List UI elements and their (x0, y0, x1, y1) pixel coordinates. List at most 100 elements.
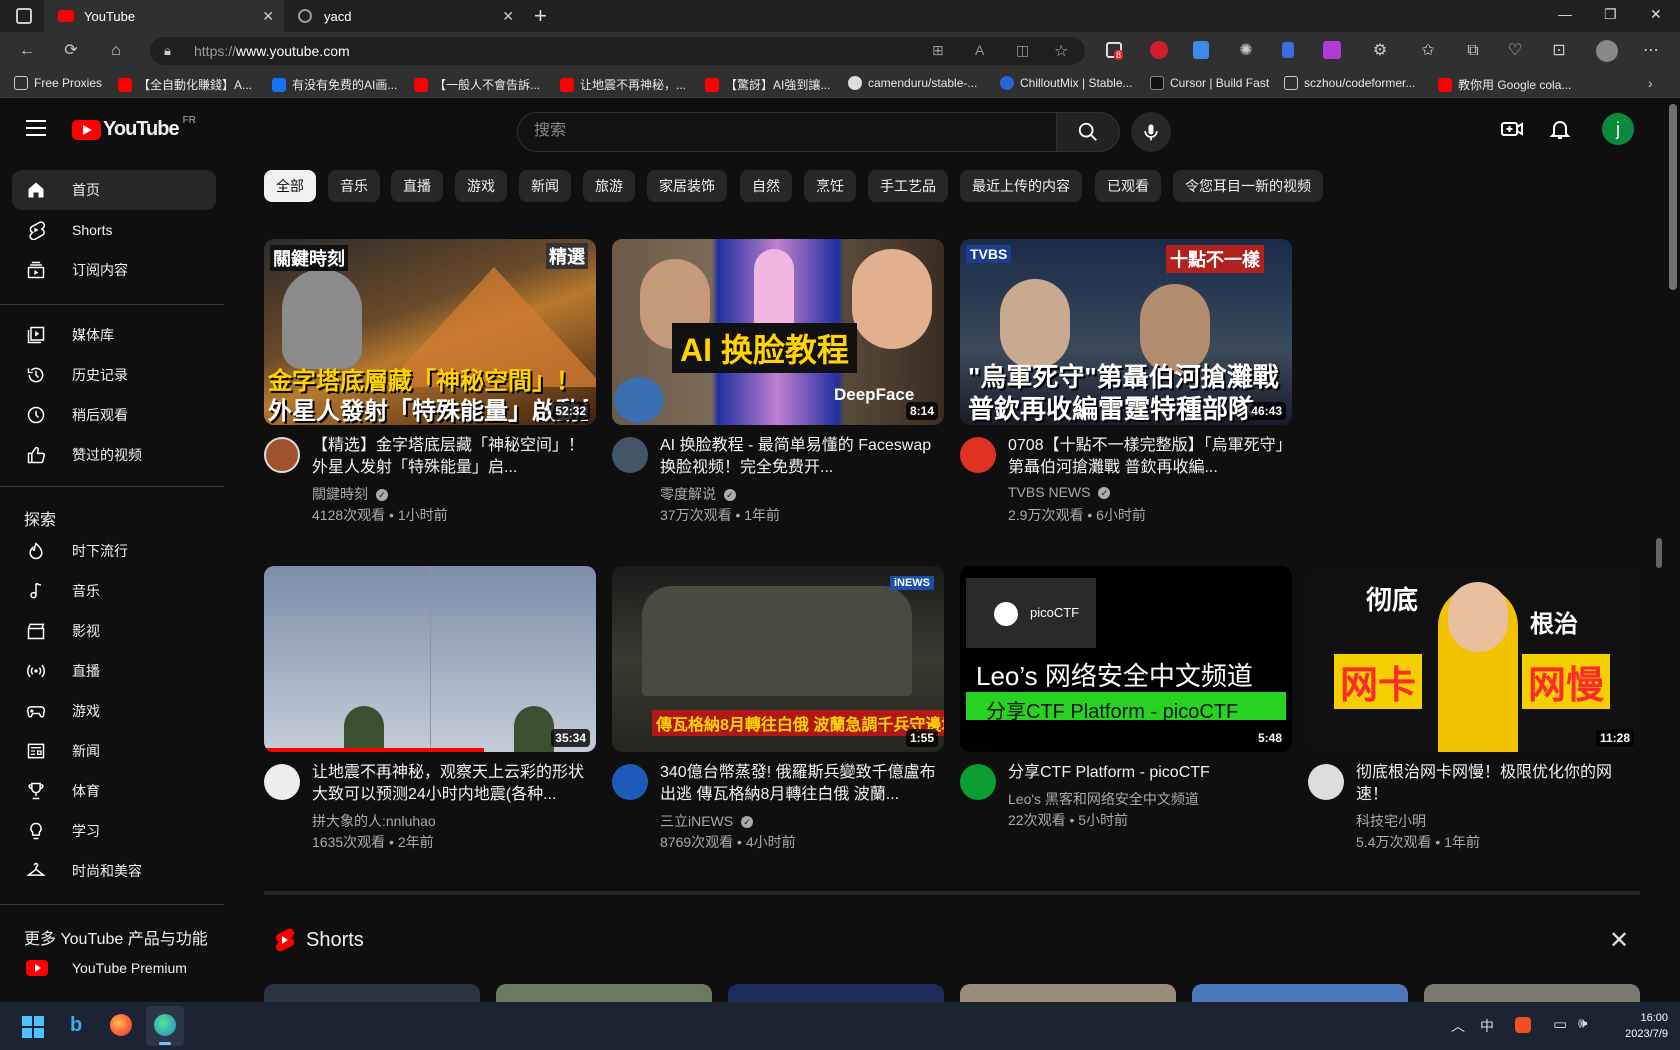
channel-name[interactable]: TVBS NEWS ✓ (1008, 484, 1111, 500)
tray-overflow-icon[interactable]: ︿ (1451, 1016, 1465, 1036)
favorite-item[interactable]: 【驚訝】AI強到讓... (705, 76, 830, 93)
short-thumbnail[interactable] (960, 984, 1176, 1002)
channel-name[interactable]: 三立iNEWS ✓ (660, 811, 754, 831)
channel-name[interactable]: 拼大象的人:nnluhao (312, 811, 436, 831)
close-tab-icon[interactable]: ✕ (502, 8, 514, 25)
channel-name[interactable]: 關鍵時刻 ✓ (312, 484, 388, 504)
firefox-icon[interactable] (110, 1014, 132, 1036)
openai-icon[interactable]: ✺ (1236, 41, 1256, 61)
chip-crafts[interactable]: 手工艺品 (868, 170, 948, 202)
close-tab-icon[interactable]: ✕ (262, 8, 274, 25)
tab-actions-icon[interactable] (16, 8, 32, 24)
new-tab-icon[interactable]: + (534, 3, 547, 29)
favorite-item[interactable]: 有没有免费的AI画... (272, 76, 397, 93)
video-title[interactable]: 彻底根治网卡网慢！极限优化你的网速！ (1356, 762, 1636, 806)
clock[interactable]: 16:00 2023/7/9 (1606, 1010, 1668, 1042)
collections-icon[interactable]: ⧉ (1463, 41, 1483, 61)
dismiss-shorts-icon[interactable]: ✕ (1609, 926, 1629, 955)
favorite-item[interactable]: 【全自動化賺錢】A... (118, 76, 252, 93)
maximize-icon[interactable]: ❐ (1604, 6, 1617, 23)
chip-music[interactable]: 音乐 (328, 170, 380, 202)
channel-avatar[interactable] (612, 437, 648, 473)
sidebar-item-fashion[interactable]: 时尚和美容 (12, 851, 216, 891)
video-thumbnail[interactable]: iNEWS 傳瓦格納8月轉往白俄 波蘭急調千兵守邊境 1:55 (612, 566, 944, 752)
screenshot-icon[interactable]: ⊡ (1549, 41, 1569, 61)
youtube-logo[interactable]: YouTube FR (72, 115, 196, 141)
sidebar-item-watch-later[interactable]: 稍后观看 (12, 395, 216, 435)
sidebar-item-liked[interactable]: 赞过的视频 (12, 435, 216, 475)
video-thumbnail[interactable]: picoCTF Leo’s 网络安全中文频道 分享CTF Platform - … (960, 566, 1292, 752)
purple-heart-icon[interactable] (1323, 41, 1341, 59)
favorite-star-icon[interactable]: ☆ (1054, 41, 1068, 61)
hamburger-menu-icon[interactable] (26, 120, 46, 136)
channel-name[interactable]: 零度解说 ✓ (660, 484, 736, 504)
chip-gaming[interactable]: 游戏 (455, 170, 507, 202)
chip-new-to-you[interactable]: 令您耳目一新的视频 (1173, 170, 1323, 202)
lock-icon[interactable]: 🔒︎ (164, 43, 171, 59)
short-thumbnail[interactable] (1192, 984, 1408, 1002)
video-title[interactable]: AI 换脸教程 - 最简单易懂的 Faceswap 换脸视频！完全免费开... (660, 435, 940, 479)
edge-taskbar-button[interactable] (146, 1006, 184, 1046)
search-box[interactable] (517, 112, 1057, 152)
sidebar-item-shorts[interactable]: Shorts (12, 210, 216, 250)
sidebar-item-learning[interactable]: 学习 (12, 811, 216, 851)
channel-name[interactable]: Leo's 黑客和网络安全中文频道 (1008, 789, 1199, 809)
blue-pin-icon[interactable] (1282, 42, 1294, 58)
ime-indicator[interactable]: 中 (1480, 1016, 1494, 1036)
url-text[interactable]: https://www.youtube.com (194, 43, 350, 59)
create-video-icon[interactable] (1500, 117, 1524, 141)
chip-all[interactable]: 全部 (264, 170, 316, 202)
sidebar-item-live[interactable]: 直播 (12, 651, 216, 691)
favorite-item[interactable]: sczhou/codeformer... (1284, 76, 1415, 90)
search-button[interactable] (1056, 112, 1120, 152)
favorites-icon[interactable]: ✩ (1418, 41, 1438, 61)
account-avatar[interactable]: j (1602, 113, 1634, 145)
channel-avatar[interactable] (264, 764, 300, 800)
sidebar-item-news[interactable]: 新闻 (12, 731, 216, 771)
address-bar[interactable]: 🔒︎ https://www.youtube.com ⊞ A ◫ ☆ (150, 37, 1085, 65)
search-input[interactable] (534, 122, 1034, 140)
video-thumbnail[interactable]: AI 换脸教程 DeepFace 8:14 (612, 239, 944, 425)
profile-avatar[interactable] (1596, 40, 1618, 62)
short-thumbnail[interactable] (264, 984, 480, 1002)
video-title[interactable]: 让地震不再神秘，观察天上云彩的形状大致可以预测24小时内地震(各种... (312, 762, 592, 806)
video-title[interactable]: 340億台幣蒸發! 俄羅斯兵變致千億盧布出逃 傳瓦格納8月轉往白俄 波蘭... (660, 762, 940, 806)
channel-name[interactable]: 科技宅小明 (1356, 811, 1426, 831)
sidebar-item-subscriptions[interactable]: 订阅内容 (12, 250, 216, 290)
sidebar-item-gaming[interactable]: 游戏 (12, 691, 216, 731)
blue-download-icon[interactable] (1193, 41, 1209, 59)
chip-news[interactable]: 新闻 (519, 170, 571, 202)
read-aloud-icon[interactable]: A (975, 42, 984, 58)
page-scrollbar[interactable] (1666, 98, 1680, 1002)
close-window-icon[interactable]: ✕ (1650, 6, 1662, 23)
network-icon[interactable]: ▭ (1553, 1015, 1567, 1033)
chip-recently-uploaded[interactable]: 最近上传的内容 (960, 170, 1082, 202)
app-available-icon[interactable]: ⊞ (932, 42, 944, 59)
channel-avatar[interactable] (264, 437, 300, 473)
channel-avatar[interactable] (960, 437, 996, 473)
extensions-puzzle-icon[interactable]: ⚙ (1370, 41, 1390, 61)
sidebar-item-music[interactable]: 音乐 (12, 571, 216, 611)
video-thumbnail[interactable]: 彻底 根治 网卡 网慢 11:28 (1308, 566, 1640, 752)
favorite-item[interactable]: camenduru/stable-... (848, 76, 977, 90)
sidebar-item-sports[interactable]: 体育 (12, 771, 216, 811)
channel-avatar[interactable] (1308, 764, 1344, 800)
short-thumbnail[interactable] (1424, 984, 1640, 1002)
sidebar-item-library[interactable]: 媒体库 (12, 315, 216, 355)
sidebar-item-history[interactable]: 历史记录 (12, 355, 216, 395)
voice-search-button[interactable] (1131, 112, 1171, 152)
sidebar-item-premium[interactable]: YouTube Premium (12, 948, 216, 988)
minimize-icon[interactable]: — (1558, 6, 1572, 22)
video-thumbnail[interactable]: TVBS 十點不一樣 "烏軍死守"第聶伯河搶灘戰 普欽再收編雷霆特種部隊 46:… (960, 239, 1292, 425)
chip-nature[interactable]: 自然 (740, 170, 792, 202)
favorite-item[interactable]: 教你用 Google cola... (1438, 76, 1571, 93)
short-thumbnail[interactable] (728, 984, 944, 1002)
channel-avatar[interactable] (960, 764, 996, 800)
notifications-bell-icon[interactable] (1548, 117, 1572, 141)
video-title[interactable]: 分享CTF Platform - picoCTF (1008, 762, 1288, 784)
video-thumbnail[interactable]: 關鍵時刻 精選 金字塔底層藏「神秘空間」！ 外星人發射「特殊能量」啟動星門? 5… (264, 239, 596, 425)
sogou-ime-icon[interactable] (1515, 1017, 1531, 1033)
tab-youtube[interactable]: YouTube ✕ (44, 0, 284, 32)
video-title[interactable]: 【精选】金字塔底层藏「神秘空间」！外星人发射「特殊能量」启... (312, 435, 592, 479)
volume-icon[interactable]: 🕪︎ (1578, 1015, 1587, 1032)
